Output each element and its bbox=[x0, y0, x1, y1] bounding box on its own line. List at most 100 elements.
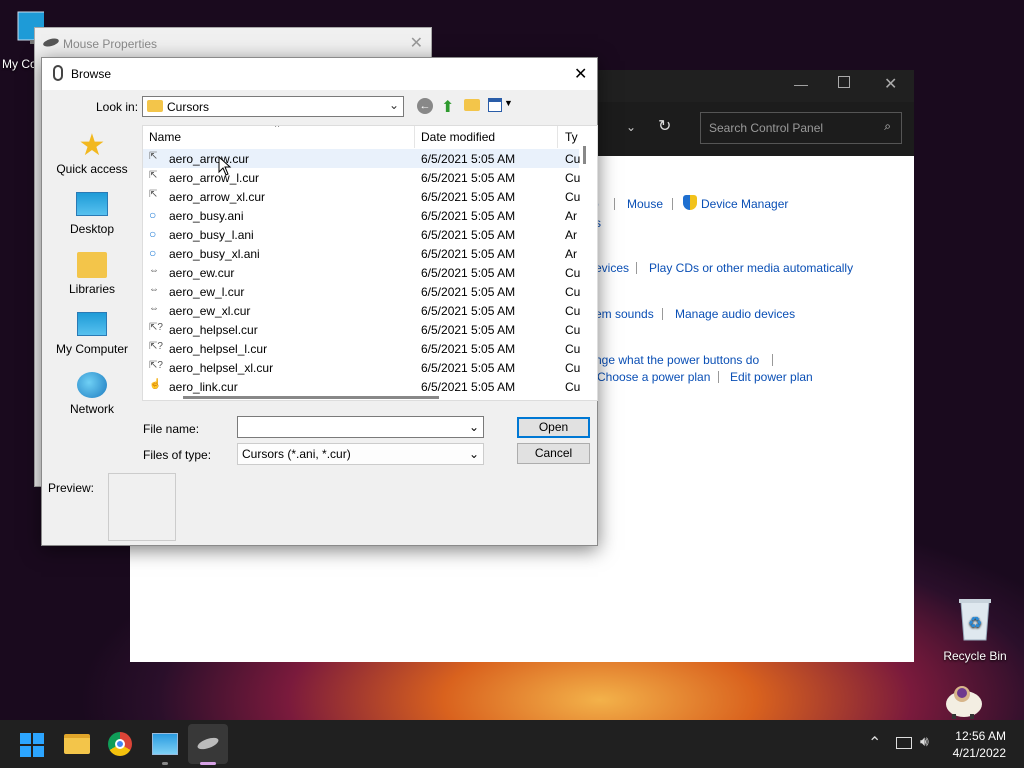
new-folder-icon[interactable] bbox=[464, 99, 480, 111]
file-row[interactable]: ⇔ aero_ew_xl.cur 6/5/2021 5:05 AM Cu bbox=[143, 301, 581, 320]
chevron-down-icon: ⌄ bbox=[468, 447, 479, 461]
link-edit-power-plan[interactable]: Edit power plan bbox=[730, 370, 813, 384]
place-my-computer[interactable]: My Computer bbox=[48, 308, 136, 368]
link-play-cds[interactable]: Play CDs or other media automatically bbox=[649, 261, 853, 275]
file-name-input[interactable]: ⌄ bbox=[237, 416, 484, 438]
start-icon[interactable] bbox=[20, 733, 44, 757]
place-libraries[interactable]: Libraries bbox=[48, 248, 136, 308]
file-row[interactable]: ☝ aero_link.cur 6/5/2021 5:05 AM Cu bbox=[143, 377, 581, 396]
file-row[interactable]: ⇱? aero_helpsel_xl.cur 6/5/2021 5:05 AM Cu bbox=[143, 358, 580, 377]
search-input[interactable]: Search Control Panel ⌕ bbox=[700, 112, 902, 144]
place-network[interactable]: Network bbox=[48, 368, 136, 428]
column-name[interactable]: Name bbox=[149, 130, 181, 144]
file-row[interactable]: ⇱? aero_helpsel_l.cur 6/5/2021 5:05 AM Cu bbox=[143, 339, 581, 358]
file-row[interactable]: ⇔ aero_ew.cur 6/5/2021 5:05 AM Cu bbox=[143, 263, 580, 282]
place-quick-access[interactable]: ★ Quick access bbox=[48, 128, 136, 188]
control-panel-icon[interactable] bbox=[152, 733, 178, 755]
chrome-icon[interactable] bbox=[108, 732, 132, 756]
chevron-down-icon: ⌄ bbox=[388, 98, 399, 112]
preview-pane bbox=[108, 473, 176, 541]
file-type: Cu bbox=[565, 152, 581, 166]
close-icon[interactable]: ✕ bbox=[884, 74, 897, 94]
horizontal-scrollbar[interactable] bbox=[183, 396, 439, 399]
file-row[interactable]: ○ aero_busy.ani 6/5/2021 5:05 AM Ar bbox=[143, 206, 579, 225]
column-type[interactable]: Ty bbox=[565, 130, 578, 144]
running-indicator bbox=[162, 762, 168, 765]
look-in-value: Cursors bbox=[167, 100, 210, 114]
maximize-icon[interactable] bbox=[838, 76, 850, 88]
back-icon[interactable]: ← bbox=[417, 98, 433, 114]
clock-date[interactable]: 4/21/2022 bbox=[948, 746, 1006, 760]
file-name: aero_busy_xl.ani bbox=[169, 247, 260, 261]
desktop-icon-recycle-bin[interactable]: ♻ Recycle Bin bbox=[940, 596, 1010, 663]
link-mouse[interactable]: Mouse bbox=[627, 197, 663, 211]
file-name: aero_arrow_l.cur bbox=[169, 171, 260, 185]
column-date[interactable]: Date modified bbox=[421, 130, 495, 144]
file-type: Cu bbox=[565, 380, 581, 394]
minimize-icon[interactable]: — bbox=[794, 76, 808, 92]
vertical-scrollbar[interactable] bbox=[583, 146, 586, 164]
libraries-icon bbox=[77, 252, 107, 278]
link-separator bbox=[662, 308, 663, 320]
file-row[interactable]: ⇱ aero_arrow.cur 6/5/2021 5:05 AM Cu bbox=[143, 149, 581, 168]
chevron-down-icon[interactable]: ▼ bbox=[504, 98, 513, 108]
column-divider bbox=[557, 126, 558, 148]
ew-cursor-icon: ⇔ bbox=[149, 265, 159, 276]
file-row[interactable]: ⇱? aero_helpsel.cur 6/5/2021 5:05 AM Cu bbox=[143, 320, 580, 339]
arrow-cursor-icon: ⇱ bbox=[149, 151, 158, 162]
helpsel-cursor-icon: ⇱? bbox=[149, 322, 163, 333]
link-system-sounds[interactable]: em sounds bbox=[595, 307, 654, 321]
file-date: 6/5/2021 5:05 AM bbox=[421, 152, 516, 166]
mouse-pointer-icon bbox=[218, 156, 232, 176]
link-separator bbox=[636, 262, 637, 274]
close-icon[interactable]: ✕ bbox=[410, 33, 423, 53]
dialog-title: Browse bbox=[71, 67, 112, 81]
volume-icon[interactable]: 🔊︎ bbox=[920, 733, 929, 750]
file-row[interactable]: ⇱ aero_arrow_xl.cur 6/5/2021 5:05 AM Cu bbox=[143, 187, 580, 206]
busy-cursor-icon: ○ bbox=[149, 246, 157, 260]
chevron-down-icon[interactable]: ⌄ bbox=[626, 120, 636, 134]
place-label: Network bbox=[69, 402, 114, 416]
file-row[interactable]: ⇔ aero_ew_l.cur 6/5/2021 5:05 AM Cu bbox=[143, 282, 580, 301]
cancel-button[interactable]: Cancel bbox=[517, 443, 590, 464]
file-name: aero_helpsel_l.cur bbox=[169, 342, 268, 356]
link-evices[interactable]: evices bbox=[595, 261, 629, 275]
file-type: Cu bbox=[565, 171, 581, 185]
file-type: Cu bbox=[565, 342, 581, 356]
chevron-down-icon[interactable]: ⌄ bbox=[469, 417, 479, 437]
mouse-app-button[interactable] bbox=[188, 724, 228, 765]
files-of-type-select[interactable]: Cursors (*.ani, *.cur) ⌄ bbox=[237, 443, 484, 465]
link-power-buttons[interactable]: nge what the power buttons do bbox=[595, 353, 759, 367]
open-button[interactable]: Open bbox=[517, 417, 590, 438]
file-row[interactable]: ○ aero_busy_xl.ani 6/5/2021 5:05 AM Ar bbox=[143, 244, 579, 263]
file-date: 6/5/2021 5:05 AM bbox=[421, 304, 516, 318]
network-tray-icon[interactable] bbox=[896, 737, 912, 749]
file-list[interactable]: Name ^ Date modified Ty ⇱ aero_arrow.cur 6… bbox=[142, 125, 598, 401]
link-manage-audio[interactable]: Manage audio devices bbox=[675, 307, 795, 321]
file-row[interactable]: ○ aero_busy_l.ani 6/5/2021 5:05 AM Ar bbox=[143, 225, 579, 244]
link-cursor-icon: ☝ bbox=[149, 379, 162, 390]
up-folder-icon[interactable]: ⬆ bbox=[441, 97, 454, 117]
view-menu-icon[interactable] bbox=[488, 98, 502, 112]
place-label: Libraries bbox=[68, 282, 116, 296]
file-date: 6/5/2021 5:05 AM bbox=[421, 190, 516, 204]
busy-cursor-icon: ○ bbox=[149, 227, 157, 241]
chevron-up-icon[interactable]: ⌃ bbox=[868, 733, 881, 753]
file-row[interactable]: ⇱ aero_arrow_l.cur 6/5/2021 5:05 AM Cu bbox=[143, 168, 581, 187]
clock-time[interactable]: 12:56 AM bbox=[954, 729, 1006, 743]
link-choose-power-plan[interactable]: Choose a power plan bbox=[597, 370, 710, 384]
file-name: aero_link.cur bbox=[169, 380, 238, 394]
file-explorer-icon[interactable] bbox=[64, 734, 90, 754]
place-desktop[interactable]: Desktop bbox=[48, 188, 136, 248]
file-date: 6/5/2021 5:05 AM bbox=[421, 323, 516, 337]
refresh-icon[interactable]: ↻ bbox=[658, 116, 671, 136]
link-device-manager[interactable]: Device Manager bbox=[701, 197, 788, 211]
file-type: Cu bbox=[565, 304, 581, 318]
look-in-dropdown[interactable]: Cursors ⌄ bbox=[142, 96, 404, 117]
busy-cursor-icon: ○ bbox=[149, 208, 157, 222]
close-icon[interactable]: ✕ bbox=[574, 64, 587, 84]
file-date: 6/5/2021 5:05 AM bbox=[421, 342, 516, 356]
file-date: 6/5/2021 5:05 AM bbox=[421, 228, 516, 242]
file-name: aero_helpsel.cur bbox=[169, 323, 258, 337]
file-date: 6/5/2021 5:05 AM bbox=[421, 380, 516, 394]
